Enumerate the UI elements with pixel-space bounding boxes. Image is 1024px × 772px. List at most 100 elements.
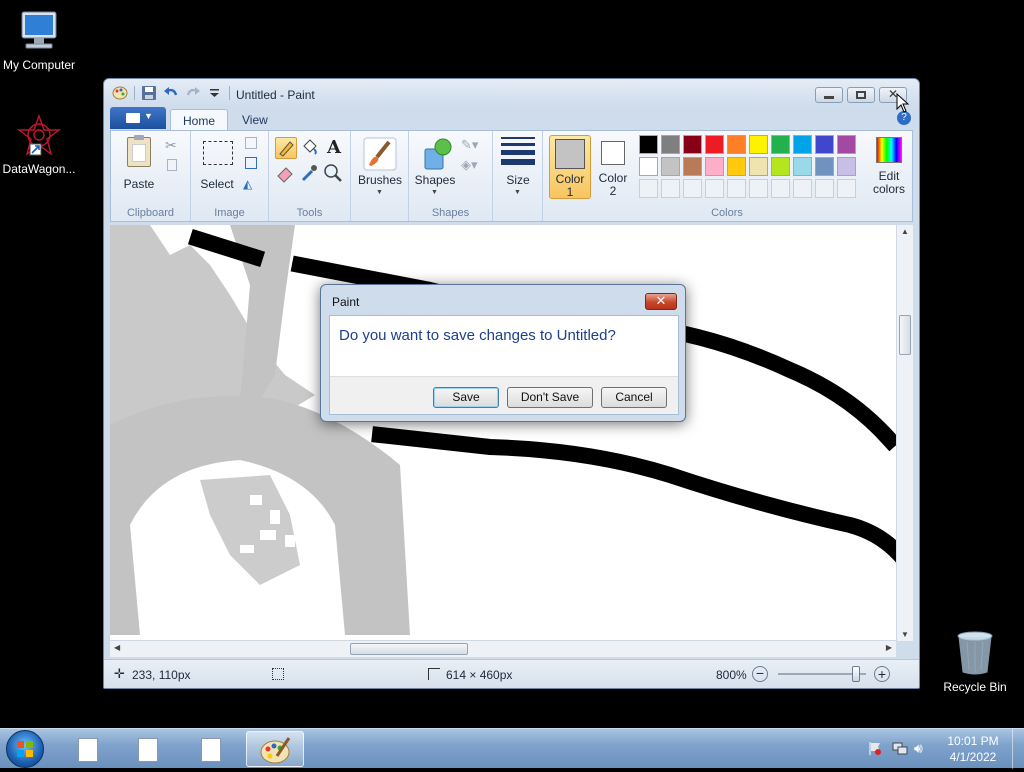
palette-swatch[interactable]: [683, 135, 702, 154]
scroll-up-icon[interactable]: ▲: [901, 227, 909, 236]
palette-swatch[interactable]: [661, 135, 680, 154]
pencil-tool[interactable]: [275, 137, 297, 159]
custom-color-slot[interactable]: [639, 179, 658, 198]
tray-volume-icon[interactable]: 🔊︎: [914, 740, 923, 757]
palette-swatch[interactable]: [727, 157, 746, 176]
size-button[interactable]: Size ▼: [497, 135, 539, 199]
palette-swatch[interactable]: [793, 157, 812, 176]
resize-icon[interactable]: [245, 157, 257, 169]
start-button[interactable]: [6, 730, 44, 768]
paste-button[interactable]: Paste: [117, 135, 161, 199]
vertical-scrollbar[interactable]: ▲ ▼: [896, 225, 913, 641]
cut-icon[interactable]: ✂: [165, 137, 177, 154]
zoom-slider-thumb[interactable]: [852, 666, 860, 682]
palette-swatch[interactable]: [639, 157, 658, 176]
redo-icon[interactable]: [185, 85, 201, 101]
magnifier-icon: [324, 164, 342, 182]
maximize-button[interactable]: [847, 87, 875, 103]
horizontal-scroll-thumb[interactable]: [350, 643, 468, 655]
zoom-in-button[interactable]: +: [874, 666, 890, 682]
paint-menu-button[interactable]: ▼: [110, 107, 166, 129]
desktop-icon-datawagon[interactable]: DataWagon...: [0, 113, 78, 176]
minimize-button[interactable]: [815, 87, 843, 103]
crop-icon[interactable]: [245, 137, 257, 149]
custom-color-slot[interactable]: [837, 179, 856, 198]
copy-icon[interactable]: [167, 159, 177, 171]
color-picker-tool[interactable]: [299, 163, 321, 185]
scroll-down-icon[interactable]: ▼: [901, 630, 909, 639]
eraser-tool[interactable]: [275, 163, 297, 185]
shapes-group-label: Shapes: [431, 207, 470, 219]
outline-icon[interactable]: ✎▾: [461, 137, 478, 153]
tray-flag-icon[interactable]: [868, 741, 882, 755]
custom-color-slot[interactable]: [683, 179, 702, 198]
palette-swatch[interactable]: [771, 157, 790, 176]
custom-color-slot[interactable]: [793, 179, 812, 198]
mouse-cursor: [896, 93, 910, 113]
custom-color-slot[interactable]: [771, 179, 790, 198]
palette-swatch[interactable]: [815, 135, 834, 154]
rotate-icon[interactable]: ◭: [243, 177, 259, 191]
taskbar-item-document-3[interactable]: [183, 731, 241, 767]
shapes-label: Shapes: [414, 173, 456, 187]
help-icon[interactable]: ?: [897, 111, 911, 125]
custom-color-slot[interactable]: [727, 179, 746, 198]
palette-swatch[interactable]: [727, 135, 746, 154]
taskbar-clock[interactable]: 10:01 PM 4/1/2022: [940, 733, 1006, 765]
palette-swatch[interactable]: [815, 157, 834, 176]
custom-color-slot[interactable]: [705, 179, 724, 198]
palette-swatch[interactable]: [705, 135, 724, 154]
scroll-right-icon[interactable]: ▶: [886, 643, 892, 652]
window-title: Untitled - Paint: [236, 88, 315, 102]
save-button[interactable]: Save: [433, 387, 499, 408]
shapes-button[interactable]: Shapes ▼: [413, 135, 457, 199]
dont-save-button[interactable]: Don't Save: [507, 387, 593, 408]
palette-swatch[interactable]: [837, 157, 856, 176]
palette-swatch[interactable]: [749, 135, 768, 154]
vertical-scroll-thumb[interactable]: [899, 315, 911, 355]
palette-swatch[interactable]: [771, 135, 790, 154]
custom-color-slot[interactable]: [661, 179, 680, 198]
palette-swatch[interactable]: [639, 135, 658, 154]
color1-button[interactable]: Color 1: [549, 135, 591, 199]
palette-swatch[interactable]: [749, 157, 768, 176]
magnifier-tool[interactable]: [323, 163, 345, 185]
restore-icon: [856, 91, 866, 99]
tools-group-label: Tools: [296, 207, 323, 219]
edit-colors-button[interactable]: Edit colors: [869, 135, 909, 199]
tab-home[interactable]: Home: [170, 109, 229, 131]
desktop-icon-recycle-bin[interactable]: Recycle Bin: [936, 630, 1014, 694]
palette-swatch[interactable]: [683, 157, 702, 176]
custom-color-slot[interactable]: [815, 179, 834, 198]
dialog-close-button[interactable]: ✕: [645, 293, 677, 310]
palette-swatch[interactable]: [837, 135, 856, 154]
palette-swatch[interactable]: [705, 157, 724, 176]
tray-network-icon[interactable]: [892, 741, 908, 755]
show-desktop-button[interactable]: [1012, 729, 1024, 769]
undo-icon[interactable]: [163, 85, 179, 101]
document-icon: [78, 738, 98, 762]
color2-button[interactable]: Color 2: [593, 135, 633, 199]
custom-color-slot[interactable]: [749, 179, 768, 198]
palette-swatch[interactable]: [661, 157, 680, 176]
taskbar-item-document-1[interactable]: [60, 731, 118, 767]
shape-fill-icon[interactable]: ◈▾: [461, 157, 478, 173]
select-button[interactable]: Select: [195, 135, 239, 199]
color1-label: Color: [555, 172, 585, 186]
palette-swatch[interactable]: [793, 135, 812, 154]
customize-toolbar-icon[interactable]: [207, 85, 223, 101]
brushes-button[interactable]: Brushes ▼: [357, 135, 403, 199]
tab-view[interactable]: View: [230, 109, 280, 131]
canvas-size-icon: [428, 668, 440, 680]
taskbar-item-document-2[interactable]: [120, 731, 178, 767]
save-icon[interactable]: [141, 85, 157, 101]
text-tool[interactable]: A: [323, 137, 345, 159]
fill-tool[interactable]: [299, 137, 321, 159]
chevron-down-icon: ▼: [514, 189, 521, 196]
desktop-icon-my-computer[interactable]: My Computer: [0, 10, 78, 72]
horizontal-scrollbar[interactable]: ◀ ▶: [110, 640, 896, 657]
scroll-left-icon[interactable]: ◀: [114, 643, 120, 652]
cancel-button[interactable]: Cancel: [601, 387, 667, 408]
zoom-out-button[interactable]: −: [752, 666, 768, 682]
taskbar-item-paint[interactable]: [246, 731, 304, 767]
